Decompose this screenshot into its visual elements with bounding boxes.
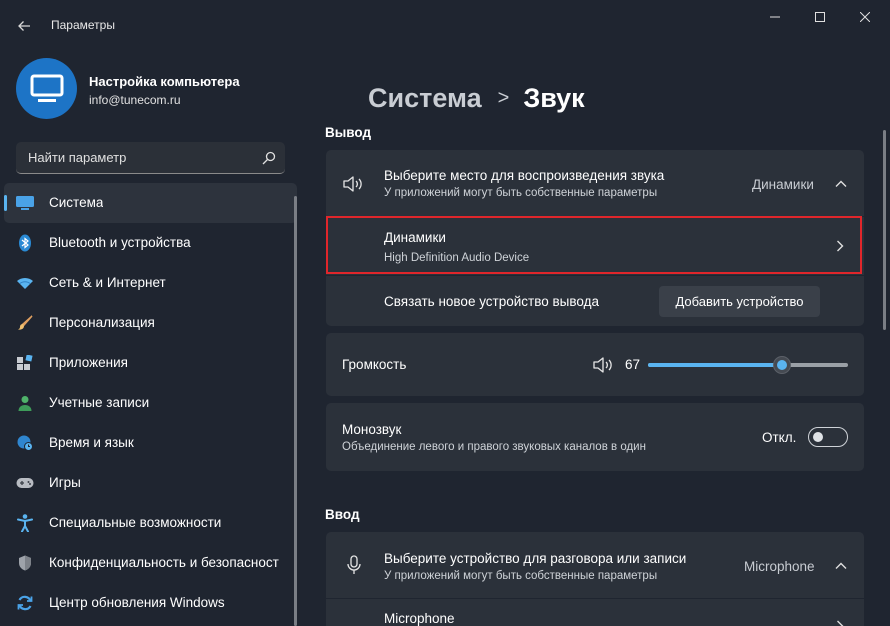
section-title-output: Вывод xyxy=(325,125,372,140)
sidebar-item-label: Сеть & и Интернет xyxy=(49,275,166,290)
update-icon xyxy=(16,594,34,612)
sidebar-nav: Система Bluetooth и устройства Сеть & и … xyxy=(4,183,297,623)
profile-email: info@tunecom.ru xyxy=(89,93,181,107)
sidebar-item-gaming[interactable]: Игры xyxy=(4,463,297,503)
profile-name: Настройка компьютера xyxy=(89,74,240,89)
maximize-icon xyxy=(815,12,825,22)
volume-title: Громкость xyxy=(342,357,407,372)
chevron-up-icon[interactable] xyxy=(834,177,848,191)
output-select-title: Выберите место для воспроизведения звука xyxy=(384,168,665,183)
wifi-icon xyxy=(16,274,34,292)
settings-window: Параметры Настройка компьютера info@tune… xyxy=(0,0,890,626)
sidebar-item-windows-update[interactable]: Центр обновления Windows xyxy=(4,583,297,623)
apps-icon xyxy=(16,354,34,372)
input-select-value: Microphone xyxy=(744,559,815,574)
page-title: Звук xyxy=(523,82,585,113)
slider-thumb-dot xyxy=(777,360,787,370)
sidebar-item-network[interactable]: Сеть & и Интернет xyxy=(4,263,297,303)
bluetooth-icon xyxy=(16,234,34,252)
accessibility-icon xyxy=(16,514,34,532)
input-devices-card: Выберите устройство для разговора или за… xyxy=(326,532,864,626)
output-select-row[interactable]: Выберите место для воспроизведения звука… xyxy=(326,150,864,216)
avatar[interactable] xyxy=(16,58,77,119)
volume-value: 67 xyxy=(625,357,641,372)
sidebar-item-privacy[interactable]: Конфиденциальность и безопасность xyxy=(4,543,297,583)
title-bar: Параметры xyxy=(0,0,890,48)
close-button[interactable] xyxy=(842,0,888,34)
mono-toggle-state: Откл. xyxy=(762,430,797,445)
arrow-left-icon xyxy=(18,21,30,31)
shield-icon xyxy=(16,554,34,572)
volume-slider-thumb[interactable] xyxy=(773,356,791,374)
input-select-subtitle: У приложений могут быть собственные пара… xyxy=(384,570,658,582)
minimize-icon xyxy=(770,16,780,18)
selection-highlight xyxy=(326,216,862,274)
sidebar-item-label: Приложения xyxy=(49,355,128,370)
chevron-up-icon[interactable] xyxy=(834,559,848,573)
microphone-icon xyxy=(347,555,361,574)
active-indicator xyxy=(4,195,7,211)
back-button[interactable] xyxy=(10,12,38,40)
add-device-button[interactable]: Добавить устройство xyxy=(659,286,820,317)
minimize-button[interactable] xyxy=(752,0,798,34)
output-pair-title: Связать новое устройство вывода xyxy=(384,294,599,309)
volume-slider[interactable] xyxy=(648,356,848,374)
brush-icon xyxy=(16,314,34,332)
search-input[interactable] xyxy=(16,142,256,173)
sidebar-item-label: Центр обновления Windows xyxy=(49,595,225,610)
maximize-button[interactable] xyxy=(797,0,843,34)
mono-title: Монозвук xyxy=(342,422,402,437)
sidebar-item-time-language[interactable]: Время и язык xyxy=(4,423,297,463)
input-select-title: Выберите устройство для разговора или за… xyxy=(384,551,687,566)
sidebar-item-label: Учетные записи xyxy=(49,395,150,410)
sidebar-scrollbar[interactable] xyxy=(294,196,297,626)
chevron-right-icon[interactable] xyxy=(833,619,847,626)
input-device-title: Microphone xyxy=(384,611,455,626)
app-title: Параметры xyxy=(51,18,115,32)
monitor-icon xyxy=(30,74,63,102)
toggle-knob xyxy=(813,432,823,442)
sidebar-item-accounts[interactable]: Учетные записи xyxy=(4,383,297,423)
sidebar-item-label: Система xyxy=(49,195,104,210)
section-title-input: Ввод xyxy=(325,507,360,522)
breadcrumb-parent[interactable]: Система xyxy=(368,83,482,114)
breadcrumb-separator: > xyxy=(497,86,510,109)
sidebar-item-label: Конфиденциальность и безопасность xyxy=(49,555,279,570)
person-icon xyxy=(16,394,34,412)
close-icon xyxy=(860,12,870,22)
volume-slider-fill xyxy=(648,363,782,367)
output-select-value: Динамики xyxy=(752,177,814,192)
sidebar-item-label: Игры xyxy=(49,475,81,490)
sidebar-item-apps[interactable]: Приложения xyxy=(4,343,297,383)
sidebar-item-label: Bluetooth и устройства xyxy=(49,235,191,250)
sidebar-item-system[interactable]: Система xyxy=(4,183,297,223)
main-scrollbar[interactable] xyxy=(883,130,886,330)
gamepad-icon xyxy=(16,474,34,492)
search-box[interactable] xyxy=(16,142,285,174)
mono-subtitle: Объединение левого и правого звуковых ка… xyxy=(342,441,646,453)
sidebar-item-label: Время и язык xyxy=(49,435,134,450)
sidebar-item-label: Специальные возможности xyxy=(49,515,222,530)
globe-clock-icon xyxy=(16,434,34,452)
search-icon[interactable] xyxy=(262,151,276,165)
speaker-volume-icon[interactable] xyxy=(593,357,615,373)
sidebar-item-bluetooth[interactable]: Bluetooth и устройства xyxy=(4,223,297,263)
speaker-icon xyxy=(343,176,362,192)
sidebar-item-personalization[interactable]: Персонализация xyxy=(4,303,297,343)
system-icon xyxy=(16,194,34,212)
breadcrumb: Система > Звук xyxy=(368,80,585,116)
sidebar-item-label: Персонализация xyxy=(49,315,155,330)
input-device-row[interactable]: Microphone xyxy=(326,599,864,626)
output-select-subtitle: У приложений могут быть собственные пара… xyxy=(384,187,658,199)
sidebar-item-accessibility[interactable]: Специальные возможности xyxy=(4,503,297,543)
input-select-row[interactable]: Выберите устройство для разговора или за… xyxy=(326,532,864,598)
mono-toggle[interactable] xyxy=(808,427,848,447)
